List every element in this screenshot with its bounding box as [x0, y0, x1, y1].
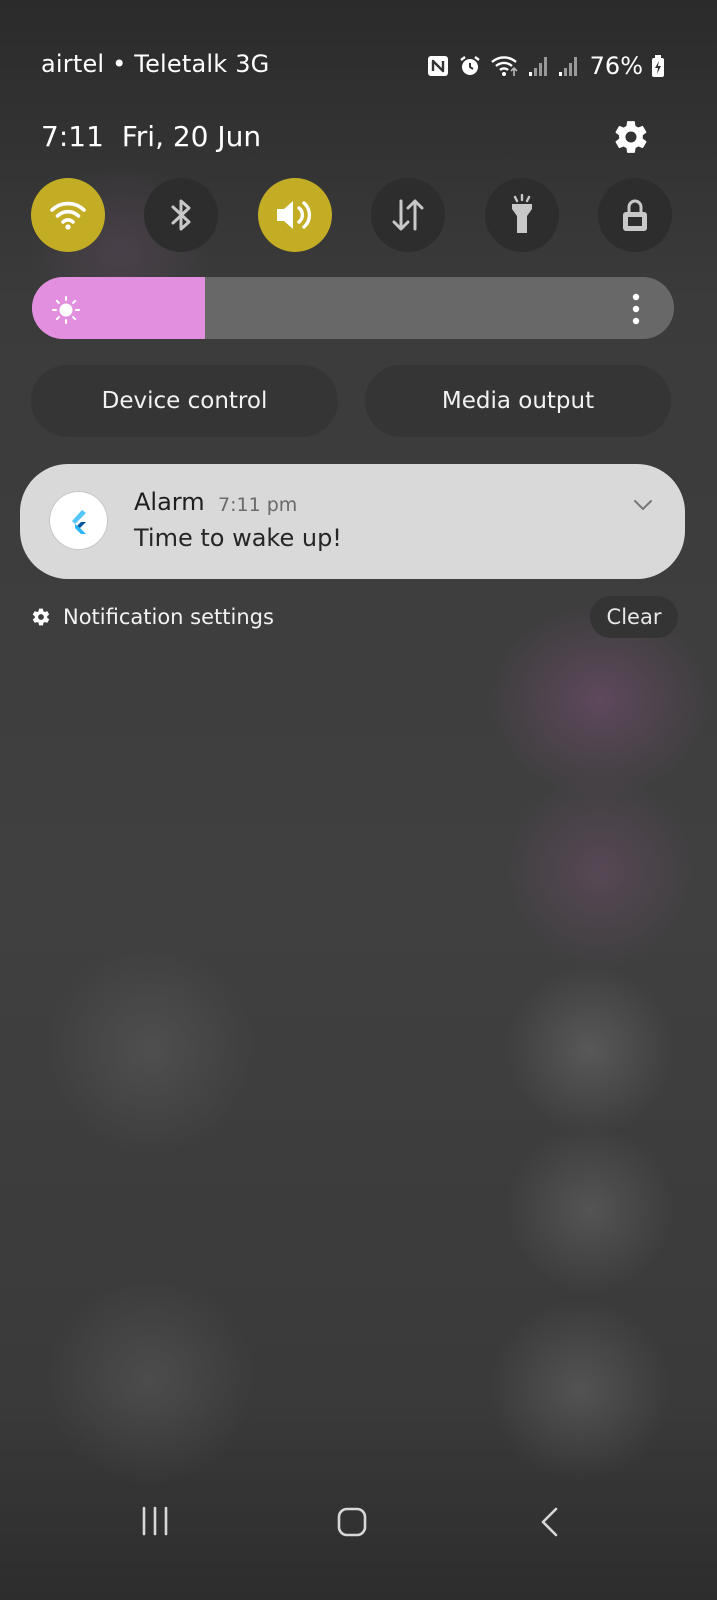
flutter-logo-icon: [71, 509, 86, 534]
back-icon[interactable]: [538, 1506, 562, 1538]
bluetooth-toggle[interactable]: [144, 178, 218, 252]
clock-time: 7:11: [41, 120, 104, 153]
app-icon: [50, 492, 107, 549]
battery-percentage: 76%: [589, 52, 643, 80]
recent-apps-icon[interactable]: [140, 1506, 170, 1536]
mobile-data-toggle[interactable]: [371, 178, 445, 252]
notification-text: Time to wake up!: [134, 524, 342, 552]
gear-icon[interactable]: [612, 118, 650, 156]
sound-toggle[interactable]: [258, 178, 332, 252]
flashlight-toggle[interactable]: [485, 178, 559, 252]
battery-charging-icon: [652, 55, 664, 77]
notification-settings-label: Notification settings: [63, 605, 274, 629]
wifi-toggle[interactable]: [31, 178, 105, 252]
lock-icon: [623, 199, 647, 231]
alarm-notification[interactable]: Alarm 7:11 pm Time to wake up!: [20, 464, 685, 579]
notification-app-name: Alarm: [134, 488, 205, 516]
date-time: 7:11 Fri, 20 Jun: [41, 120, 261, 153]
notification-time: 7:11 pm: [218, 494, 298, 516]
cell-signal-icon: [528, 57, 547, 76]
flashlight-icon: [512, 194, 532, 233]
data-arrows-icon: [392, 199, 424, 231]
speaker-icon: [277, 201, 312, 229]
bluetooth-icon: [171, 199, 191, 231]
carrier-label: airtel • Teletalk 3G: [41, 50, 270, 78]
home-icon[interactable]: [336, 1506, 368, 1538]
status-icons: 76%: [426, 50, 665, 82]
notification-settings-link[interactable]: Notification settings: [31, 602, 274, 632]
more-options-icon[interactable]: [630, 292, 642, 326]
cell-signal-icon: [558, 57, 577, 76]
device-control-button[interactable]: Device control: [31, 365, 338, 437]
gear-icon: [32, 608, 50, 626]
wifi-signal-icon: [490, 56, 518, 76]
quick-toggles: [31, 178, 673, 252]
lock-toggle[interactable]: [598, 178, 672, 252]
clear-button[interactable]: Clear: [590, 596, 678, 638]
wifi-icon: [50, 201, 86, 230]
brightness-slider[interactable]: [32, 277, 674, 339]
date-label: Fri, 20 Jun: [121, 120, 262, 153]
media-output-button[interactable]: Media output: [365, 365, 671, 437]
chevron-down-icon[interactable]: [632, 494, 654, 516]
nfc-icon: [427, 56, 448, 76]
sun-icon: [52, 296, 80, 324]
alarm-icon: [459, 56, 480, 75]
